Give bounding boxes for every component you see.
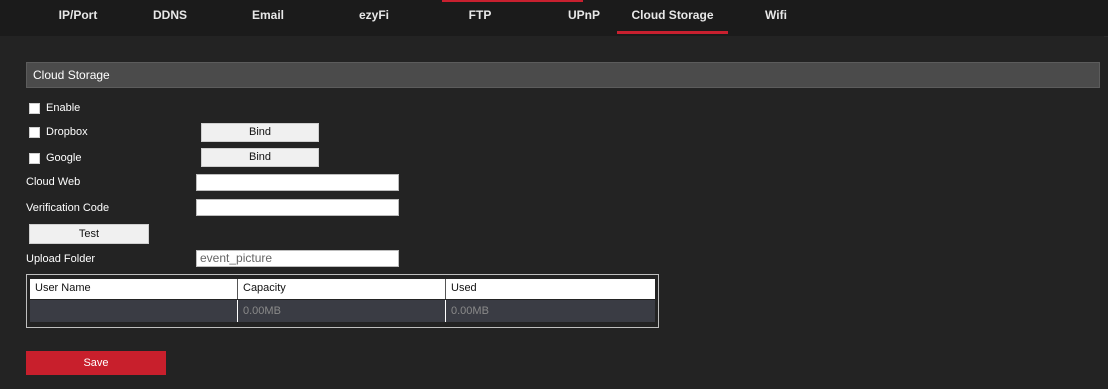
tab-ftp[interactable]: FTP [450,0,510,34]
section-header: Cloud Storage [26,62,1100,88]
header-user-name: User Name [30,279,238,299]
dropbox-label: Dropbox [46,126,88,138]
google-bind-button[interactable]: Bind [201,148,319,167]
dropbox-checkbox[interactable] [29,126,40,138]
content-panel [0,36,1104,389]
google-label: Google [46,152,82,164]
tab-upnp[interactable]: UPnP [554,0,614,34]
cloud-web-label: Cloud Web [26,176,81,188]
google-checkbox[interactable] [29,152,40,164]
tab-ip-port[interactable]: IP/Port [42,0,114,34]
test-button[interactable]: Test [29,224,149,244]
table-header: User Name Capacity Used [30,279,655,299]
cloud-account-table: User Name Capacity Used 0.00MB 0.00MB [26,274,659,328]
header-used: Used [451,282,477,294]
tab-bar: IP/Port DDNS Email ezyFi FTP UPnP Cloud … [0,0,1108,37]
tab-ezyfi[interactable]: ezyFi [344,0,404,34]
upload-folder-input[interactable]: event_picture [196,250,399,267]
cell-user-name [30,300,238,322]
cell-capacity: 0.00MB [238,300,446,322]
tab-email[interactable]: Email [238,0,298,34]
tab-cloud-storage[interactable]: Cloud Storage [617,0,728,34]
upload-folder-label: Upload Folder [26,253,96,265]
enable-label: Enable [46,102,81,114]
enable-row: Enable [29,101,80,115]
verification-code-label: Verification Code [26,202,110,214]
cell-used: 0.00MB [451,305,489,317]
enable-checkbox[interactable] [29,102,40,114]
table-row: 0.00MB 0.00MB [30,300,655,322]
dropbox-bind-button[interactable]: Bind [201,123,319,142]
dropbox-row: Dropbox [29,125,88,139]
verification-code-input[interactable] [196,199,399,216]
google-row: Google [29,151,81,165]
cloud-web-input[interactable] [196,174,399,191]
save-button[interactable]: Save [26,351,166,375]
tab-wifi[interactable]: Wifi [746,0,806,34]
tab-ddns[interactable]: DDNS [140,0,200,34]
header-capacity: Capacity [238,279,446,299]
